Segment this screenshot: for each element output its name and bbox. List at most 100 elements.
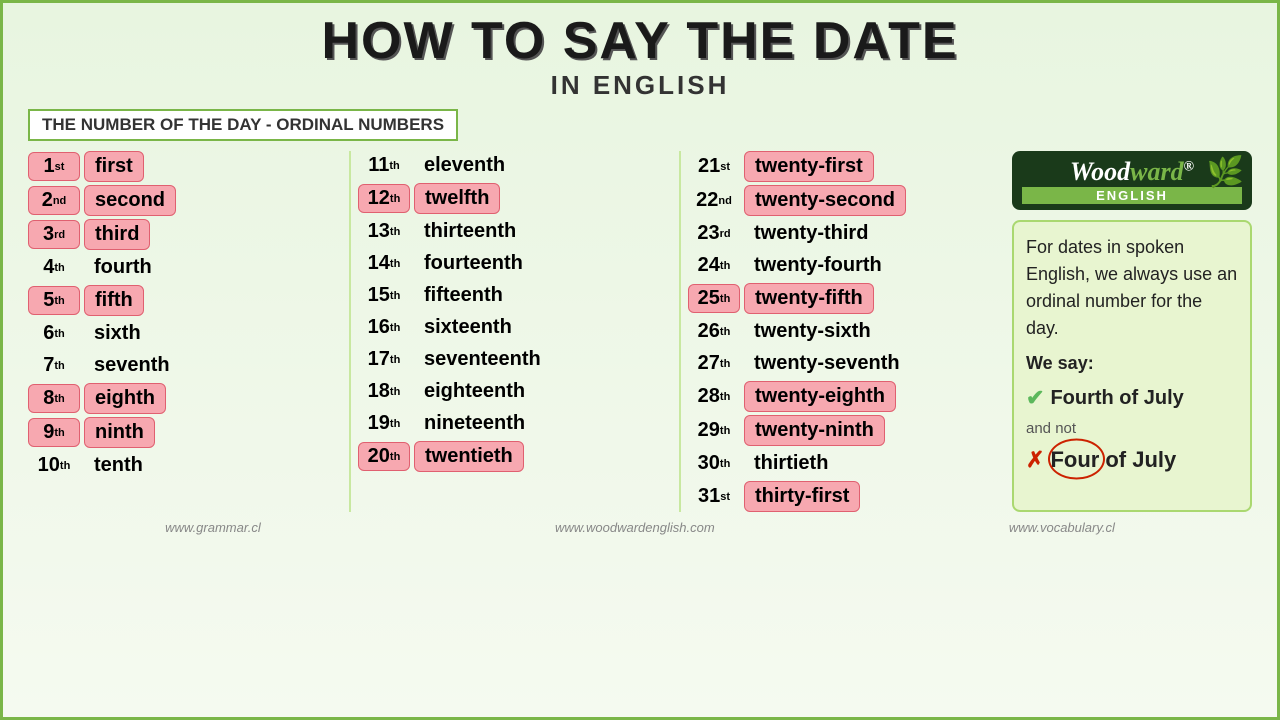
word-badge: eleventh: [414, 151, 515, 180]
num-badge: 26th: [688, 318, 740, 345]
correct-text: Fourth of July: [1050, 383, 1183, 413]
ordinal-row: 29thtwenty-ninth: [688, 415, 1002, 446]
wrong-line: ✗ Four of July: [1026, 443, 1238, 476]
main-container: HOW TO SAY THE DATE IN ENGLISH THE NUMBE…: [0, 0, 1280, 720]
strikethrough-word: Four: [1050, 443, 1099, 476]
ordinal-row: 14thfourteenth: [358, 249, 672, 278]
xmark-icon: ✗: [1026, 443, 1044, 476]
num-badge: 27th: [688, 350, 740, 377]
ordinal-row: 26thtwenty-sixth: [688, 317, 1002, 346]
ordinal-row: 12thtwelfth: [358, 183, 672, 214]
word-badge: thirtieth: [744, 449, 838, 478]
ordinal-row: 9thninth: [28, 417, 342, 448]
correct-line: ✔ Fourth of July: [1026, 381, 1238, 414]
ordinal-row: 21sttwenty-first: [688, 151, 1002, 182]
sidebar: 🌿 Woodward® ENGLISH For dates in spoken …: [1012, 151, 1252, 512]
num-badge: 24th: [688, 252, 740, 279]
word-badge: sixth: [84, 319, 151, 348]
column-1: 1stfirst2ndsecond3rdthird 4thfourth 5thfif…: [28, 151, 342, 512]
word-badge: twenty-eighth: [744, 381, 896, 412]
ordinal-row: 25thtwenty-fifth: [688, 283, 1002, 314]
word-badge: twenty-sixth: [744, 317, 881, 346]
num-badge: 5th: [28, 286, 80, 315]
num-badge: 8th: [28, 384, 80, 413]
ordinal-row: 23rdtwenty-third: [688, 219, 1002, 248]
num-badge: 10th: [28, 452, 80, 479]
num-badge: 2nd: [28, 186, 80, 215]
num-badge: 30th: [688, 450, 740, 477]
we-say-label: We say:: [1026, 350, 1238, 377]
col-divider-2: [679, 151, 681, 512]
num-badge: 18th: [358, 378, 410, 405]
ordinal-row: 31stthirty-first: [688, 481, 1002, 512]
word-badge: twelfth: [414, 183, 500, 214]
word-badge: eighteenth: [414, 377, 535, 406]
ordinal-row: 15thfifteenth: [358, 281, 672, 310]
footer-center: www.woodwardenglish.com: [555, 520, 715, 535]
col-divider-1: [349, 151, 351, 512]
ordinal-row: 4thfourth: [28, 253, 342, 282]
num-badge: 13th: [358, 218, 410, 245]
ordinal-row: 27thtwenty-seventh: [688, 349, 1002, 378]
footer-right: www.vocabulary.cl: [1009, 520, 1115, 535]
ordinal-row: 3rdthird: [28, 219, 342, 250]
word-badge: twentieth: [414, 441, 524, 472]
num-badge: 17th: [358, 346, 410, 373]
word-badge: seventeenth: [414, 345, 551, 374]
word-badge: eighth: [84, 383, 166, 414]
num-badge: 23rd: [688, 220, 740, 247]
num-badge: 7th: [28, 352, 80, 379]
word-badge: twenty-fourth: [744, 251, 892, 280]
ordinal-row: 19thnineteenth: [358, 409, 672, 438]
num-badge: 25th: [688, 284, 740, 313]
word-badge: tenth: [84, 451, 153, 480]
ordinal-row: 20thtwentieth: [358, 441, 672, 472]
footer-left: www.grammar.cl: [165, 520, 261, 535]
ordinal-row: 18theighteenth: [358, 377, 672, 406]
num-badge: 29th: [688, 417, 740, 444]
num-badge: 16th: [358, 314, 410, 341]
ordinal-row: 7thseventh: [28, 351, 342, 380]
wrong-rest: of July: [1105, 443, 1176, 476]
num-badge: 9th: [28, 418, 80, 447]
ordinal-row: 10thtenth: [28, 451, 342, 480]
main-title: HOW TO SAY THE DATE: [18, 13, 1262, 70]
word-badge: nineteenth: [414, 409, 535, 438]
word-badge: third: [84, 219, 150, 250]
num-badge: 21st: [688, 153, 740, 180]
ordinal-row: 8theighth: [28, 383, 342, 414]
num-badge: 3rd: [28, 220, 80, 249]
ordinal-row: 13ththirteenth: [358, 217, 672, 246]
num-badge: 19th: [358, 410, 410, 437]
columns-area: 1stfirst2ndsecond3rdthird 4thfourth 5thfif…: [28, 151, 1002, 512]
num-badge: 20th: [358, 442, 410, 471]
section-title: THE NUMBER OF THE DAY - ORDINAL NUMBERS: [28, 109, 458, 141]
ordinal-row: 30ththirtieth: [688, 449, 1002, 478]
column-2: 11theleventh12thtwelfth13ththirteenth14t…: [358, 151, 672, 512]
word-badge: thirteenth: [414, 217, 526, 246]
word-badge: fifth: [84, 285, 144, 316]
header: HOW TO SAY THE DATE IN ENGLISH: [18, 13, 1262, 101]
word-badge: first: [84, 151, 144, 182]
word-badge: twenty-second: [744, 185, 906, 216]
num-badge: 22nd: [688, 187, 740, 214]
num-badge: 14th: [358, 250, 410, 277]
section-label-container: THE NUMBER OF THE DAY - ORDINAL NUMBERS: [18, 109, 1262, 151]
ordinal-row: 28thtwenty-eighth: [688, 381, 1002, 412]
ordinal-row: 22ndtwenty-second: [688, 185, 1002, 216]
ordinal-row: 6thsixth: [28, 319, 342, 348]
ordinal-row: 5thfifth: [28, 285, 342, 316]
subtitle: IN ENGLISH: [18, 70, 1262, 101]
word-badge: second: [84, 185, 176, 216]
logo-box: 🌿 Woodward® ENGLISH: [1012, 151, 1252, 210]
word-badge: twenty-third: [744, 219, 878, 248]
num-badge: 6th: [28, 320, 80, 347]
word-badge: twenty-fifth: [744, 283, 874, 314]
info-text: For dates in spoken English, we always u…: [1026, 237, 1237, 338]
word-badge: thirty-first: [744, 481, 860, 512]
word-badge: twenty-first: [744, 151, 874, 182]
and-not-text: and not: [1026, 418, 1238, 441]
num-badge: 1st: [28, 152, 80, 181]
word-badge: twenty-ninth: [744, 415, 885, 446]
word-badge: twenty-seventh: [744, 349, 910, 378]
